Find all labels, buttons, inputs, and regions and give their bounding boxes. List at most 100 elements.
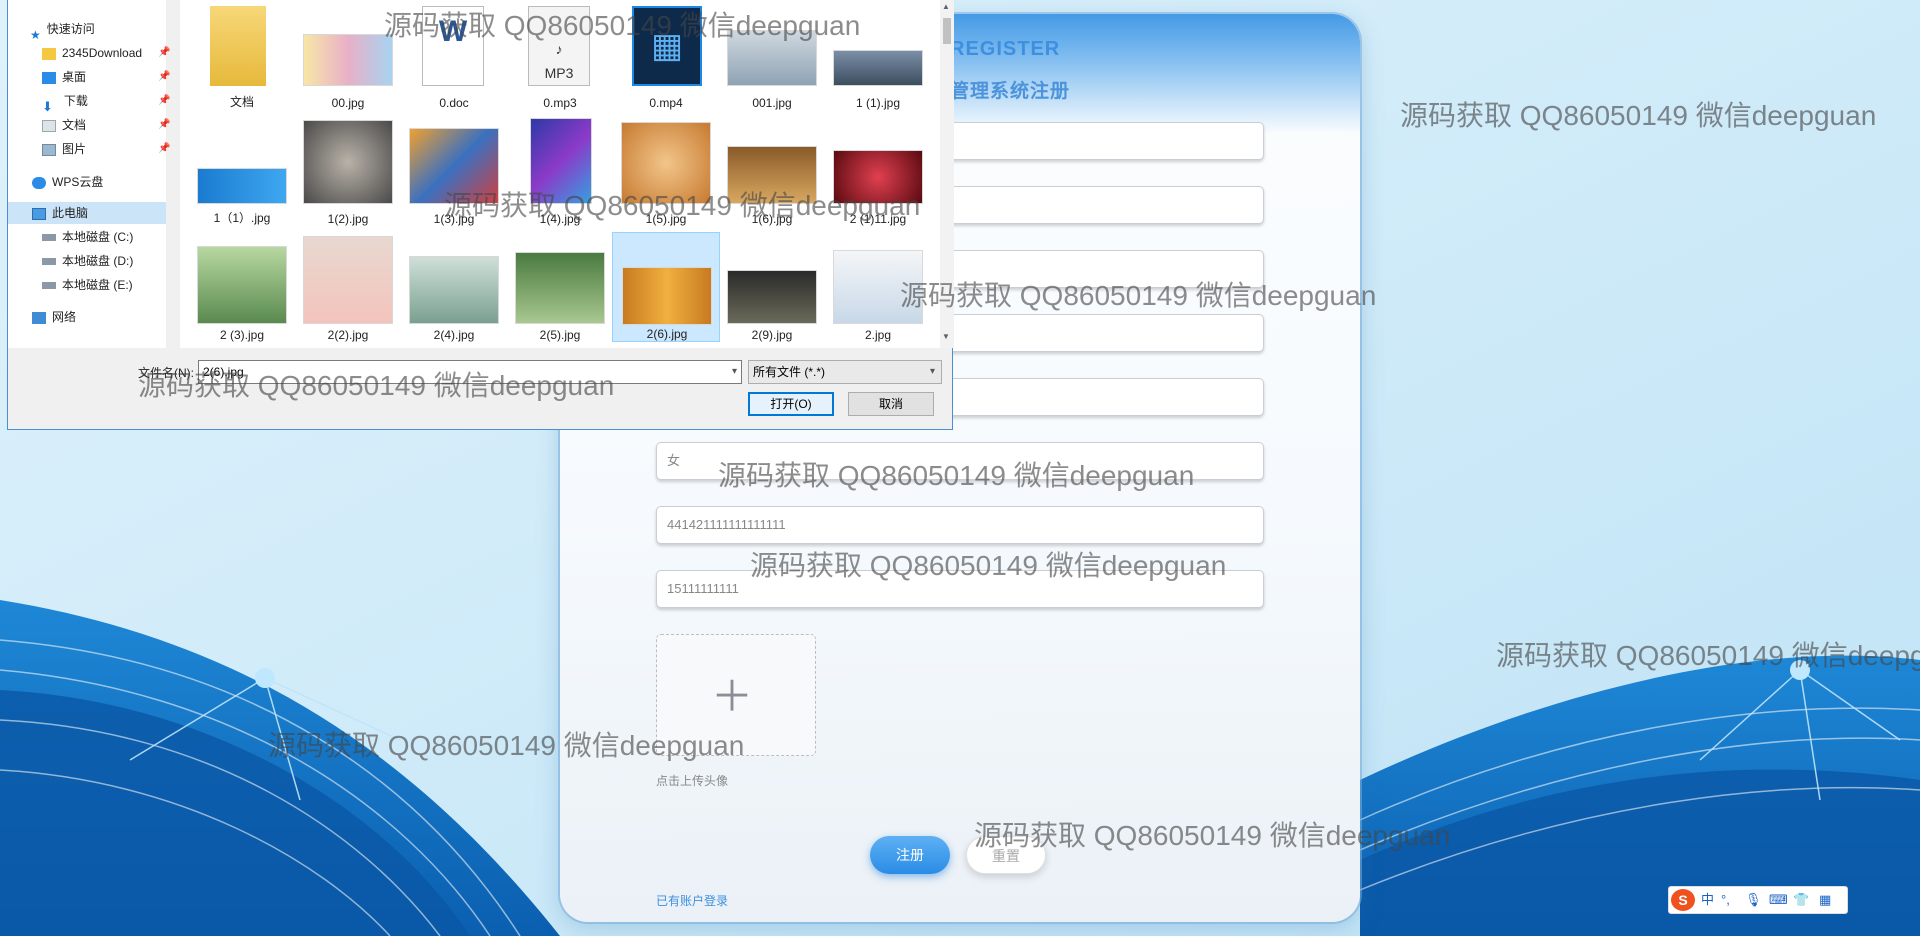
vertical-scrollbar[interactable]: ▲ ▼ [940,0,954,348]
file-name: 2(2).jpg [327,328,369,342]
pin-icon: 📌 [158,95,171,106]
pin-icon: 📌 [158,119,171,130]
nav-quick-access[interactable]: ★ 快速访问 [30,18,95,42]
file-item[interactable]: 1（1）.jpg [188,116,288,226]
nav-wps-cloud[interactable]: WPS云盘 [32,171,103,193]
file-name: 1（1）.jpg [213,211,271,225]
open-button[interactable]: 打开(O) [748,392,834,416]
nav-item-documents[interactable]: 文档 📌 [42,114,170,136]
file-item[interactable]: 1(2).jpg [294,116,394,226]
file-name: 00.jpg [331,96,365,110]
file-item[interactable]: 1 (1).jpg [824,0,924,110]
file-name: 2(6).jpg [646,327,688,341]
filename-input[interactable]: 2(6).jpg ▾ [198,360,742,384]
file-name: 0.mp3 [543,96,577,110]
filetype-select[interactable]: 所有文件 (*.*) ▾ [748,360,942,384]
nav-drive-c[interactable]: 本地磁盘 (C:) [42,226,133,248]
upload-hint: 点击上传头像 [656,774,729,788]
file-item[interactable]: 2 (3).jpg [188,232,288,342]
skin-icon[interactable]: 👕 [1793,887,1809,913]
music-file-icon: ♪ MP3 [528,6,590,86]
chevron-down-icon[interactable]: ▾ [732,361,737,383]
keyboard-icon[interactable]: ⌨ [1769,887,1788,913]
sogou-logo-icon: S [1671,889,1695,911]
download-icon: ⬇ [42,98,53,114]
cancel-button[interactable]: 取消 [848,392,934,416]
nav-label: 下载 [63,94,88,108]
reset-button[interactable]: 重置 [966,836,1046,874]
scroll-up-icon[interactable]: ▲ [942,2,950,11]
document-icon [42,119,56,132]
nav-drive-d[interactable]: 本地磁盘 (D:) [42,250,133,272]
file-item[interactable]: 2(5).jpg [506,232,606,342]
image-thumbnail [409,256,499,324]
image-thumbnail [303,34,393,86]
gender-field[interactable]: 女 [656,442,1264,480]
chevron-down-icon[interactable]: ▾ [930,361,935,383]
folder-icon [42,47,56,60]
login-link[interactable]: 已有账户登录 [656,892,728,909]
image-thumbnail [409,128,499,204]
microphone-icon[interactable]: 🎙 [1745,887,1762,913]
nav-label: 2345Download [62,46,143,60]
file-item[interactable]: 1(3).jpg [400,116,500,226]
network-icon [32,311,46,324]
register-button[interactable]: 注册 [870,836,950,874]
file-item[interactable]: ♪ MP3 0.mp3 [506,0,606,110]
scroll-thumb[interactable] [943,18,951,44]
star-icon: ★ [30,27,41,42]
nav-this-pc[interactable]: 此电脑 [32,202,88,224]
file-name: 1(4).jpg [539,212,581,226]
nav-label: 网络 [52,310,77,324]
file-name: 2(9).jpg [751,328,793,342]
file-item[interactable]: ▦ 0.mp4 [612,0,712,110]
file-name: 001.jpg [752,96,792,110]
ime-mode[interactable]: 中 [1701,887,1714,913]
nav-item-downloads[interactable]: ⬇ 下载 📌 [42,90,170,114]
punctuation-icon[interactable]: °, [1721,887,1730,913]
filetype-value: 所有文件 (*.*) [753,365,826,379]
avatar-upload[interactable]: ＋ [656,634,816,756]
image-thumbnail [727,270,817,324]
pin-icon: 📌 [158,143,171,154]
file-item[interactable]: 2(9).jpg [718,232,818,342]
phone-field[interactable]: 15111111111 [656,570,1264,608]
id-card-field[interactable]: 441421111111111111 [656,506,1264,544]
nav-label: WPS云盘 [52,175,104,189]
file-item[interactable]: W 0.doc [400,0,500,110]
file-item[interactable]: 2.jpg [824,232,924,342]
file-item[interactable]: 2(2).jpg [294,232,394,342]
ime-toolbar[interactable]: S 中 °, 🎙 ⌨ 👕 ▦ [1668,886,1848,914]
nav-drive-e[interactable]: 本地磁盘 (E:) [42,274,133,296]
file-name: 2 (3).jpg [219,328,265,342]
image-thumbnail [833,50,923,86]
file-name: 2(4).jpg [433,328,475,342]
nav-item-desktop[interactable]: 桌面 📌 [42,66,170,88]
nav-item-2345download[interactable]: 2345Download 📌 [42,42,170,64]
file-item[interactable]: 1(5).jpg [612,116,712,226]
file-item[interactable]: 1(4).jpg [506,116,606,226]
nav-label: 图片 [62,142,87,156]
file-item[interactable]: 2(4).jpg [400,232,500,342]
image-thumbnail [833,250,923,324]
nav-network[interactable]: 网络 [32,306,76,328]
nav-label: 本地磁盘 (E:) [62,278,133,292]
file-open-dialog: ★ 快速访问 2345Download 📌 桌面 📌 ⬇ 下载 📌 文档 📌 图片 📌 WPS… [7,0,954,430]
nav-pane: ★ 快速访问 2345Download 📌 桌面 📌 ⬇ 下载 📌 文档 📌 图片 📌 WPS… [8,0,170,348]
file-item[interactable]: 文档 [188,0,288,110]
toolbox-icon[interactable]: ▦ [1819,887,1831,913]
image-thumbnail [197,246,287,324]
file-item[interactable]: 001.jpg [718,0,818,110]
file-item-selected[interactable]: 2(6).jpg [612,232,720,342]
file-item[interactable]: 2 (1)11.jpg [824,116,924,226]
nav-label: 本地磁盘 (C:) [62,230,134,244]
scroll-down-icon[interactable]: ▼ [942,332,950,341]
register-title: REGISTER [950,38,1061,60]
word-doc-icon: W [422,6,484,86]
desktop-icon [42,71,56,84]
file-item[interactable]: 00.jpg [294,0,394,110]
file-item[interactable]: 1(6).jpg [718,116,818,226]
nav-item-pictures[interactable]: 图片 📌 [42,138,170,160]
picture-icon [42,143,56,156]
plus-icon: ＋ [711,673,754,720]
